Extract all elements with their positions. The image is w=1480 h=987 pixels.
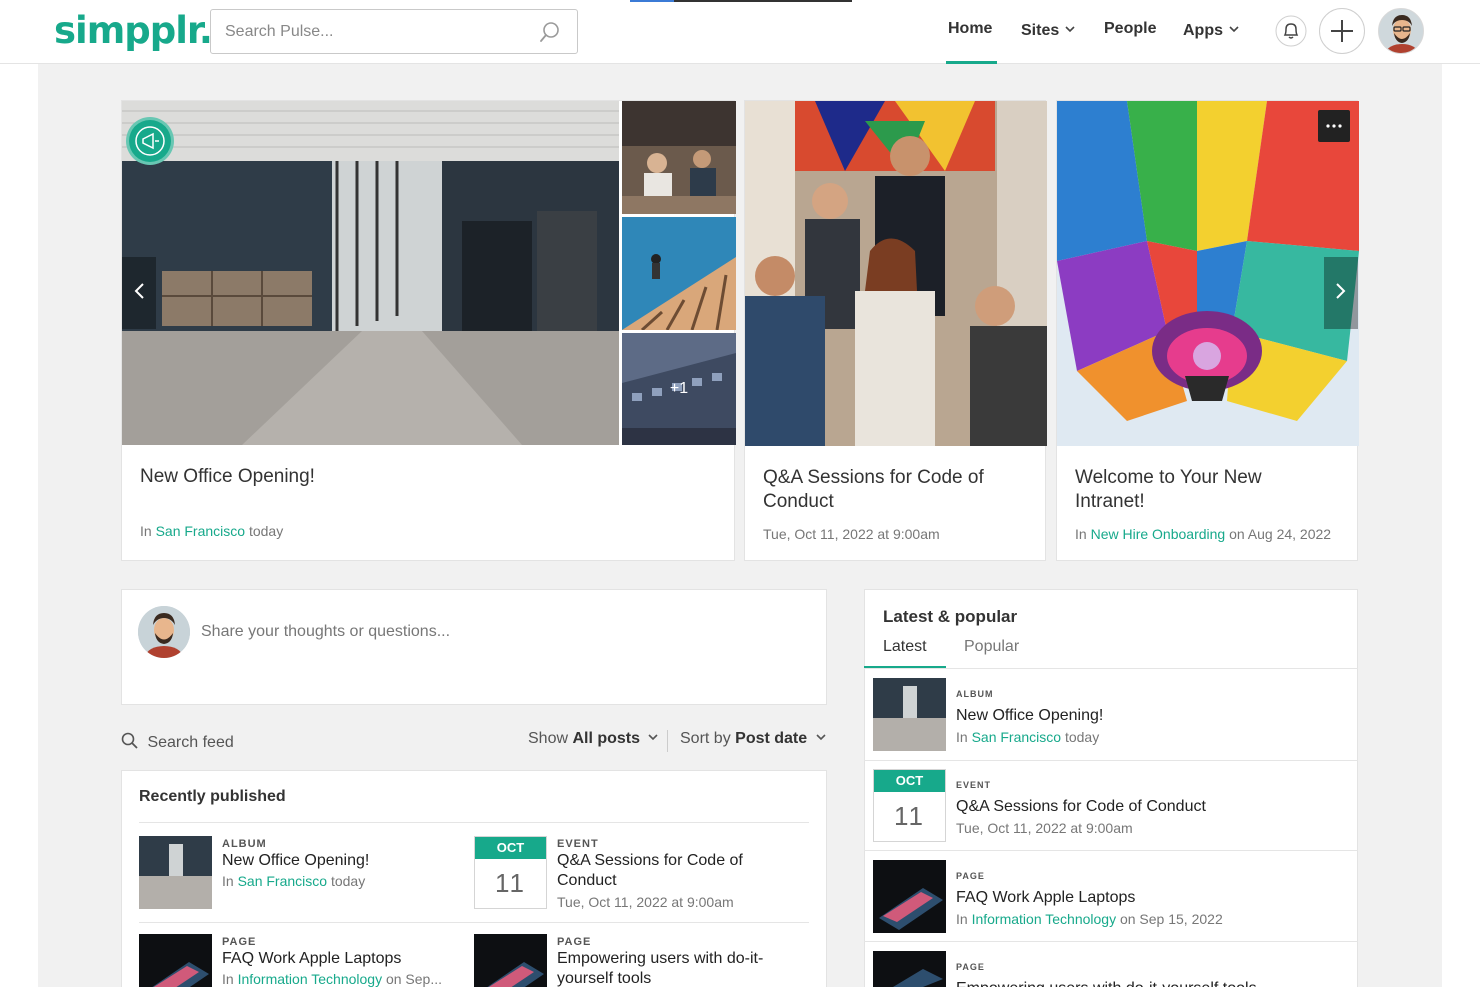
- notifications-button[interactable]: [1275, 15, 1307, 47]
- divider: [139, 922, 809, 923]
- nav-apps[interactable]: Apps: [1183, 20, 1239, 40]
- office-people-image: [622, 101, 736, 214]
- search-box[interactable]: [210, 9, 578, 54]
- search-icon: [121, 732, 139, 751]
- divider: [864, 941, 1358, 942]
- search-icon[interactable]: [539, 21, 561, 48]
- search-feed-button[interactable]: Search feed: [121, 732, 234, 752]
- site-link[interactable]: Information Technology: [238, 971, 383, 987]
- album-thumbnail[interactable]: [873, 678, 946, 751]
- office-hallway-image: [122, 101, 619, 445]
- nav-sites[interactable]: Sites: [1021, 20, 1075, 40]
- item-type-label: Page: [222, 936, 257, 948]
- item-title[interactable]: Q&A Sessions for Code of Conduct: [557, 851, 797, 891]
- album-thumbnail[interactable]: [139, 836, 212, 909]
- site-link[interactable]: Information Technology: [972, 911, 1117, 927]
- tab-popular[interactable]: Popular: [964, 638, 1019, 656]
- event-date-badge[interactable]: OCT 11: [474, 836, 547, 909]
- item-title[interactable]: Empowering users with do-it-yourself too…: [557, 949, 797, 987]
- item-meta: Tue, Oct 11, 2022 at 9:00am: [557, 894, 734, 910]
- laptop-thumbnail[interactable]: [873, 951, 946, 987]
- filter-divider: [667, 730, 668, 752]
- item-type-label: Event: [956, 780, 992, 790]
- divider: [864, 760, 1358, 761]
- create-button[interactable]: [1319, 8, 1365, 54]
- show-posts-filter[interactable]: Show All posts: [528, 730, 659, 748]
- tab-latest[interactable]: Latest: [883, 638, 927, 656]
- chevron-down-icon: [812, 730, 826, 747]
- carousel-next-button[interactable]: [1324, 257, 1358, 329]
- featured-card-welcome-intranet[interactable]: Welcome to Your New Intranet! In New Hir…: [1056, 100, 1359, 561]
- qa-group-image: [745, 101, 1047, 446]
- user-avatar[interactable]: [1378, 8, 1424, 54]
- featured-meta: In San Francisco today: [140, 523, 284, 539]
- chevron-left-icon: [133, 282, 145, 305]
- construction-sky-image: [622, 217, 736, 330]
- share-box[interactable]: [121, 589, 827, 705]
- divider: [864, 850, 1358, 851]
- featured-meta: Tue, Oct 11, 2022 at 9:00am: [763, 526, 940, 542]
- laptop-thumbnail[interactable]: [139, 934, 212, 987]
- item-title[interactable]: Empowering users with do-it-yourself too…: [956, 979, 1257, 987]
- chevron-right-icon: [1335, 282, 1347, 305]
- site-link[interactable]: San Francisco: [238, 873, 327, 889]
- featured-title[interactable]: New Office Opening!: [140, 465, 700, 489]
- featured-card-new-office[interactable]: +1 New Office Opening! In San Francisco …: [121, 100, 736, 561]
- item-meta: In San Francisco today: [222, 873, 366, 889]
- item-meta: In Information Technology on Sep...: [222, 971, 443, 987]
- chevron-down-icon: [1065, 20, 1075, 38]
- bell-icon: [1275, 15, 1307, 51]
- chevron-down-icon: [644, 730, 659, 747]
- building-dusk-image: +1: [622, 333, 736, 445]
- nav-people[interactable]: People: [1104, 20, 1156, 38]
- search-input[interactable]: [225, 20, 525, 44]
- more-images-count[interactable]: +1: [622, 333, 736, 445]
- top-bar: simpplr. Home Sites People Apps: [0, 0, 1480, 64]
- loading-bar: [630, 0, 852, 2]
- more-options-button[interactable]: [1318, 110, 1350, 142]
- megaphone-icon: [129, 126, 171, 166]
- share-thoughts-input[interactable]: [201, 620, 781, 644]
- chevron-down-icon: [1229, 20, 1239, 38]
- site-link[interactable]: New Hire Onboarding: [1091, 526, 1226, 542]
- item-title[interactable]: FAQ Work Apple Laptops: [956, 888, 1135, 908]
- latest-popular-title: Latest & popular: [883, 607, 1018, 626]
- announcement-badge: [126, 117, 174, 165]
- item-title[interactable]: Q&A Sessions for Code of Conduct: [956, 797, 1206, 817]
- item-type-label: Event: [557, 838, 599, 850]
- carousel-prev-button[interactable]: [122, 257, 156, 329]
- hot-air-balloon-image: [1057, 101, 1359, 446]
- nav-home[interactable]: Home: [948, 20, 992, 38]
- featured-title[interactable]: Welcome to Your New Intranet!: [1075, 466, 1335, 514]
- ellipsis-icon: [1326, 115, 1342, 131]
- divider: [139, 822, 809, 823]
- site-link[interactable]: San Francisco: [972, 729, 1061, 745]
- event-date-badge[interactable]: OCT 11: [873, 769, 946, 842]
- user-avatar: [138, 606, 190, 658]
- item-title[interactable]: New Office Opening!: [222, 851, 369, 871]
- item-meta: Tue, Oct 11, 2022 at 9:00am: [956, 820, 1133, 836]
- item-type-label: Album: [222, 838, 267, 850]
- item-title[interactable]: New Office Opening!: [956, 706, 1103, 726]
- laptop-thumbnail[interactable]: [474, 934, 547, 987]
- recently-published-title: Recently published: [139, 788, 286, 805]
- item-type-label: Album: [956, 689, 994, 699]
- plus-icon: [1320, 20, 1364, 57]
- simpplr-logo[interactable]: simpplr.: [54, 9, 213, 52]
- item-type-label: Page: [557, 936, 592, 948]
- item-meta: In San Francisco today: [956, 729, 1100, 745]
- item-title[interactable]: FAQ Work Apple Laptops: [222, 949, 401, 969]
- item-type-label: Page: [956, 871, 985, 881]
- item-type-label: Page: [956, 962, 985, 972]
- divider: [864, 668, 1358, 669]
- item-meta: In Information Technology on Sep 15, 202…: [956, 911, 1223, 927]
- laptop-thumbnail[interactable]: [873, 860, 946, 933]
- featured-meta: In New Hire Onboarding on Aug 24, 2022: [1075, 526, 1332, 542]
- featured-title[interactable]: Q&A Sessions for Code of Conduct: [763, 466, 1023, 514]
- site-link[interactable]: San Francisco: [156, 523, 245, 539]
- featured-card-qa-sessions[interactable]: Q&A Sessions for Code of Conduct Tue, Oc…: [744, 100, 1047, 561]
- sort-posts-filter[interactable]: Sort by Post date: [680, 730, 826, 748]
